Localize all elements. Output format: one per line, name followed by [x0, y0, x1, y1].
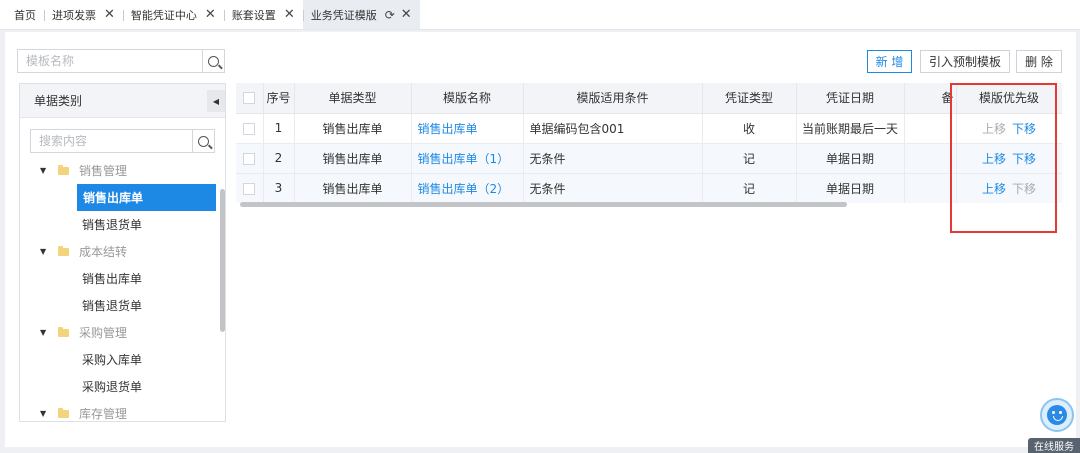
- row-checkbox[interactable]: [236, 173, 264, 203]
- column-header-no: 序号: [263, 83, 295, 114]
- sidebar-scrollbar[interactable]: [220, 189, 225, 332]
- tab-input-invoice[interactable]: 进项发票 ✕: [44, 0, 123, 29]
- cell-voucher-date: 当前账期最后一天: [796, 113, 905, 144]
- cell-doc-type: 销售出库单: [294, 113, 412, 144]
- close-icon[interactable]: ✕: [205, 7, 216, 22]
- table-header: 序号 单据类型 模版名称 模版适用条件 凭证类型 凭证日期 备 模版优先级: [236, 83, 1062, 114]
- online-service-label[interactable]: 在线服务: [1028, 438, 1080, 453]
- template-name-input[interactable]: [18, 50, 202, 72]
- sidebar-search-button[interactable]: [192, 130, 214, 152]
- cell-remark: [904, 173, 957, 203]
- close-icon[interactable]: ✕: [401, 7, 412, 22]
- cell-no: 3: [263, 173, 295, 203]
- caret-down-icon[interactable]: ▼: [40, 409, 58, 418]
- tree-item-sales-outbound[interactable]: 销售出库单: [77, 184, 216, 211]
- cell-condition: 单据编码包含001: [523, 113, 703, 144]
- tree-group-sales[interactable]: ▼ 销售管理: [20, 157, 216, 184]
- folder-icon: [58, 245, 69, 256]
- collapse-sidebar-button[interactable]: ◀: [207, 90, 225, 112]
- cell-condition: 无条件: [523, 143, 703, 174]
- caret-down-icon[interactable]: ▼: [40, 247, 58, 256]
- tab-home[interactable]: 首页: [6, 0, 44, 29]
- tab-bar: 首页 进项发票 ✕ 智能凭证中心 ✕ 账套设置 ✕ 业务凭证模版 ⟳ ✕: [0, 0, 1080, 30]
- refresh-icon[interactable]: ⟳: [385, 8, 395, 22]
- tree-item-cost-sales-outbound[interactable]: 销售出库单: [20, 265, 216, 292]
- tree-item-purchase-inbound[interactable]: 采购入库单: [20, 346, 216, 373]
- column-header-remark: 备: [904, 83, 957, 114]
- add-button[interactable]: 新 增: [867, 50, 912, 73]
- select-all-checkbox[interactable]: [236, 83, 264, 114]
- cell-doc-type: 销售出库单: [294, 173, 412, 203]
- category-tree: ▼ 销售管理 销售出库单 销售退货单 ▼ 成本结转 销售出库单 销售退货单 ▼ …: [20, 157, 216, 421]
- delete-button[interactable]: 删 除: [1016, 50, 1062, 73]
- folder-icon: [58, 407, 69, 418]
- close-icon[interactable]: ✕: [104, 7, 115, 22]
- cell-priority: 上移 下移: [956, 113, 1062, 144]
- cell-voucher-date: 单据日期: [796, 143, 905, 174]
- move-up-button[interactable]: 上移: [982, 152, 1006, 166]
- table-row[interactable]: 3 销售出库单 销售出库单（2） 无条件 记 单据日期 上移 下移: [236, 173, 1062, 203]
- folder-icon: [58, 164, 69, 175]
- template-name-link[interactable]: 销售出库单（1）: [411, 143, 524, 174]
- cell-no: 1: [263, 113, 295, 144]
- tab-smart-voucher-center[interactable]: 智能凭证中心 ✕: [122, 0, 224, 29]
- cell-voucher-type: 记: [702, 143, 797, 174]
- column-header-template-name: 模版名称: [411, 83, 524, 114]
- search-icon: [208, 55, 219, 67]
- search-button[interactable]: [202, 50, 224, 72]
- tree-item-purchase-return[interactable]: 采购退货单: [20, 373, 216, 400]
- cell-priority: 上移 下移: [956, 143, 1062, 174]
- caret-down-icon[interactable]: ▼: [40, 328, 58, 337]
- cell-remark: [904, 143, 957, 174]
- cell-no: 2: [263, 143, 295, 174]
- template-name-link[interactable]: 销售出库单: [411, 113, 524, 144]
- move-up-button[interactable]: 上移: [982, 182, 1006, 196]
- move-down-button[interactable]: 下移: [1012, 122, 1036, 136]
- column-header-priority: 模版优先级: [956, 83, 1062, 114]
- sidebar-title: 单据类别: [34, 94, 83, 108]
- column-header-voucher-date: 凭证日期: [796, 83, 905, 114]
- move-up-button[interactable]: 上移: [982, 122, 1006, 136]
- cell-doc-type: 销售出库单: [294, 143, 412, 174]
- table-row[interactable]: 2 销售出库单 销售出库单（1） 无条件 记 单据日期 上移 下移: [236, 143, 1062, 174]
- caret-down-icon[interactable]: ▼: [40, 166, 58, 175]
- tree-group-purchase[interactable]: ▼ 采购管理: [20, 319, 216, 346]
- row-checkbox[interactable]: [236, 113, 264, 144]
- tab-business-voucher-template[interactable]: 业务凭证模版 ⟳ ✕: [302, 0, 420, 29]
- column-header-voucher-type: 凭证类型: [702, 83, 797, 114]
- template-name-link[interactable]: 销售出库单（2）: [411, 173, 524, 203]
- customer-service-icon[interactable]: [1040, 398, 1074, 432]
- close-icon[interactable]: ✕: [284, 7, 295, 22]
- main-panel: 单据类别 ◀ ▼ 销售管理 销售出库单 销售退货单 ▼ 成本结转 销售出库单 销…: [5, 32, 1076, 447]
- table-horizontal-scrollbar[interactable]: [240, 202, 847, 207]
- template-search: [17, 49, 225, 73]
- cell-voucher-type: 记: [702, 173, 797, 203]
- table-row[interactable]: 1 销售出库单 销售出库单 单据编码包含001 收 当前账期最后一天 上移 下移: [236, 113, 1062, 144]
- sidebar-header: 单据类别 ◀: [20, 84, 225, 118]
- search-icon: [198, 135, 209, 147]
- template-table: 序号 单据类型 模版名称 模版适用条件 凭证类型 凭证日期 备 模版优先级 1 …: [236, 83, 1062, 203]
- row-checkbox[interactable]: [236, 143, 264, 174]
- online-service-widget[interactable]: 在线服务: [1028, 398, 1080, 453]
- sidebar-search-input[interactable]: [31, 130, 192, 152]
- column-header-condition: 模版适用条件: [523, 83, 703, 114]
- cell-voucher-type: 收: [702, 113, 797, 144]
- sidebar-search: [30, 129, 215, 153]
- move-down-button[interactable]: 下移: [1012, 152, 1036, 166]
- tree-item-cost-sales-return[interactable]: 销售退货单: [20, 292, 216, 319]
- caret-left-icon: ◀: [212, 96, 220, 106]
- import-preset-template-button[interactable]: 引入预制模板: [920, 50, 1010, 73]
- tree-group-cost-carryover[interactable]: ▼ 成本结转: [20, 238, 216, 265]
- tree-item-sales-return[interactable]: 销售退货单: [20, 211, 216, 238]
- cell-voucher-date: 单据日期: [796, 173, 905, 203]
- document-category-sidebar: 单据类别 ◀ ▼ 销售管理 销售出库单 销售退货单 ▼ 成本结转 销售出库单 销…: [19, 83, 226, 422]
- tab-account-settings[interactable]: 账套设置 ✕: [223, 0, 303, 29]
- column-header-doc-type: 单据类型: [294, 83, 412, 114]
- cell-remark: [904, 113, 957, 144]
- move-down-button[interactable]: 下移: [1012, 182, 1036, 196]
- cell-condition: 无条件: [523, 173, 703, 203]
- cell-priority: 上移 下移: [956, 173, 1062, 203]
- tree-group-inventory[interactable]: ▼ 库存管理: [20, 400, 216, 421]
- folder-icon: [58, 326, 69, 337]
